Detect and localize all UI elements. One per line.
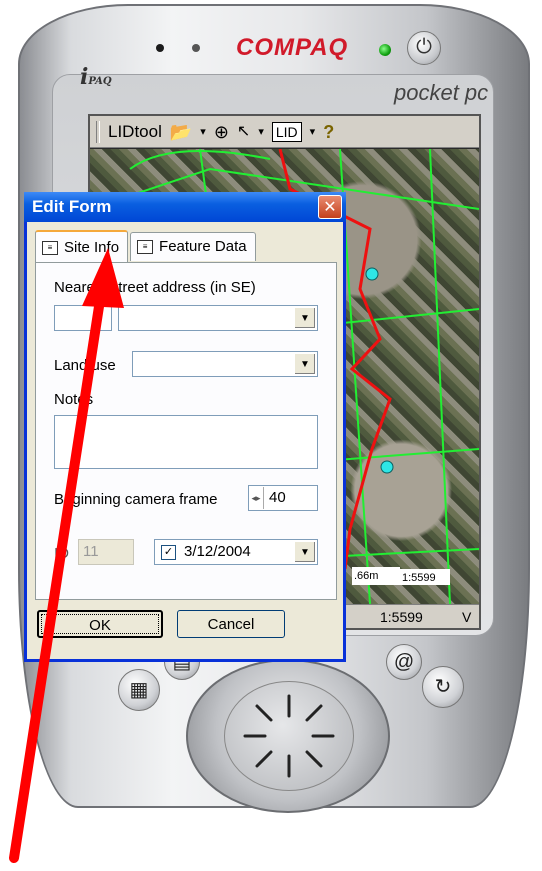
lidtool-menu[interactable]: LIDtool [108, 122, 162, 142]
tab-site-info[interactable]: ≡ Site Info [35, 230, 129, 263]
lid-button[interactable]: LID [271, 121, 302, 142]
close-icon[interactable]: ✕ [318, 195, 342, 219]
notes-label: Notes [54, 391, 94, 408]
camera-frame-spinner[interactable]: ◂▸ 40 [248, 485, 318, 511]
map-point-marker [365, 267, 379, 281]
inbox-hardware-button[interactable]: @ [386, 644, 422, 680]
id-field: 11 [78, 539, 134, 565]
address-number-input[interactable] [54, 305, 112, 331]
navigation-pad-center[interactable] [224, 681, 354, 791]
dpad-star-icon [243, 694, 335, 778]
dropdown-arrow-icon-3[interactable]: ▾ [310, 121, 316, 143]
power-icon: ⏻ [416, 36, 432, 58]
ipaq-hardware-button[interactable]: ↻ [422, 666, 464, 708]
land-use-label: Land use [54, 357, 116, 374]
navigation-pad[interactable] [186, 659, 390, 813]
ipaq-logo: iPAQ [80, 64, 112, 90]
dialog-tabs: ≡ Site Info ≡ Feature Data [35, 230, 258, 263]
map-point-marker-2 [380, 460, 394, 474]
address-label: Nearest street address (in SE) [54, 279, 256, 296]
date-checkbox[interactable]: ✓ [161, 544, 176, 560]
status-v: V [462, 609, 472, 625]
tab-feature-data[interactable]: ≡ Feature Data [130, 232, 256, 261]
refresh-icon: ↻ [434, 676, 452, 698]
dropdown-arrow-icon[interactable]: ▾ [200, 121, 206, 143]
pocket-pc-label: pocket pc [394, 80, 489, 105]
date-picker[interactable]: ✓ 3/12/2004 ▼ [154, 539, 318, 565]
form-icon: ≡ [42, 240, 58, 255]
notes-textarea[interactable] [54, 415, 318, 469]
edit-form-dialog: Edit Form ✕ ≡ Site Info ≡ Feature Data N… [24, 192, 346, 662]
camera-frame-label: Beginning camera frame [54, 491, 218, 508]
dropdown-arrow-icon-6[interactable]: ▼ [294, 541, 316, 563]
form-icon-2: ≡ [137, 240, 154, 254]
status-scale: 1:5599 [380, 609, 423, 625]
calendar-hardware-button[interactable]: ▦ [118, 669, 160, 711]
map-scale-ratio: 1:5599 [402, 572, 436, 584]
dropdown-arrow-icon-4[interactable]: ▼ [294, 307, 316, 329]
dropdown-arrow-icon-2[interactable]: ▾ [258, 121, 264, 143]
tab-feature-data-label: Feature Data [159, 238, 247, 255]
dropdown-arrow-icon-5[interactable]: ▼ [294, 353, 316, 375]
pocketpc-toolbar: LIDtool 📂 ▾ ⊕ ↖ ▾ LID ▾ ? [90, 116, 479, 148]
map-scale-distance: .66m [354, 570, 378, 582]
spinner-arrows-icon[interactable]: ◂▸ [249, 487, 264, 509]
indicator-dot [156, 44, 164, 52]
street-combo[interactable]: ▼ [118, 305, 318, 331]
dialog-title: Edit Form [32, 197, 112, 216]
cursor-icon: ↖ [236, 122, 251, 140]
help-icon[interactable]: ? [323, 121, 334, 143]
land-use-combo[interactable]: ▼ [132, 351, 318, 377]
date-value: 3/12/2004 [184, 543, 251, 560]
toolbar-separator [96, 120, 100, 143]
calendar-icon: ▦ [129, 679, 149, 701]
indicator-dot-2 [192, 44, 200, 52]
id-label: ID [54, 545, 69, 562]
power-button[interactable]: ⏻ [407, 31, 441, 65]
map-road-line-6 [429, 149, 451, 604]
site-info-panel: Nearest street address (in SE) ▼ Land us… [35, 262, 337, 600]
power-led [379, 44, 391, 56]
tab-site-info-label: Site Info [64, 238, 120, 256]
brand-logo: COMPAQ [236, 34, 349, 61]
at-icon: @ [393, 651, 415, 673]
camera-frame-value: 40 [269, 489, 286, 506]
open-folder-icon[interactable]: 📂 [170, 121, 192, 143]
cancel-button[interactable]: Cancel [177, 610, 285, 638]
zoom-icon[interactable]: ⊕ [214, 121, 229, 143]
ok-button[interactable]: OK [37, 610, 163, 638]
dialog-titlebar[interactable]: Edit Form ✕ [24, 192, 346, 222]
